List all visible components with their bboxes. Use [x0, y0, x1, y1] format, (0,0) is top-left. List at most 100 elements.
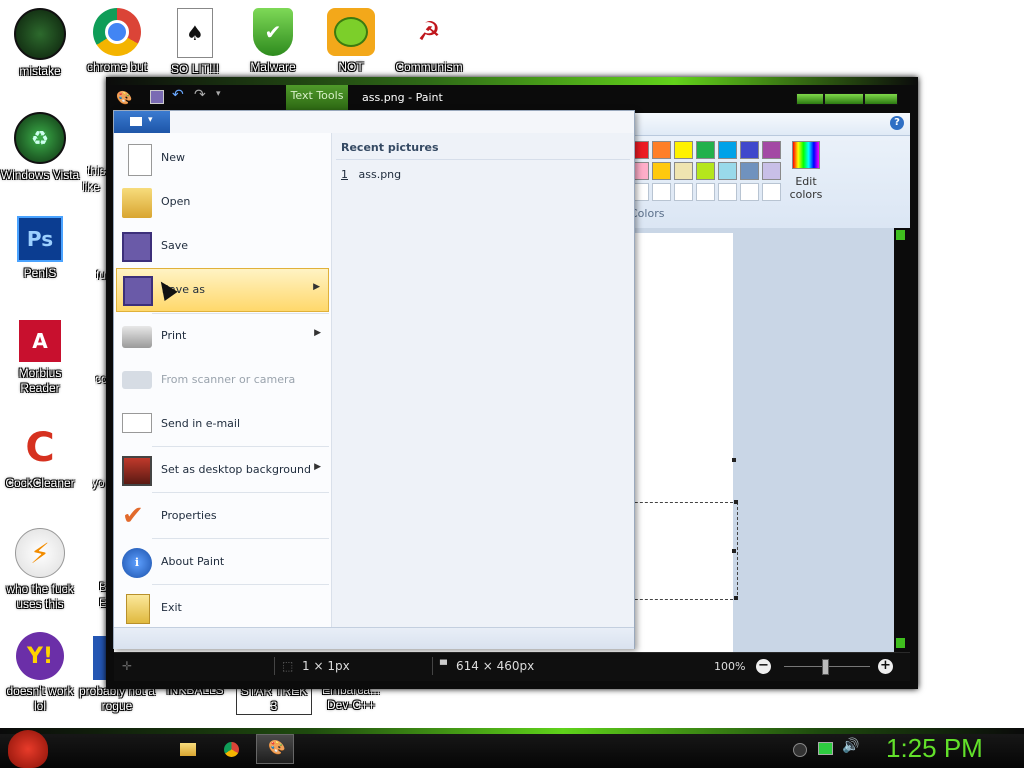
desktop-icon-label: SO LIT!!! [170, 62, 219, 76]
color-swatch[interactable] [674, 162, 693, 180]
selection-size: 1 × 1px [302, 659, 350, 673]
color-swatch[interactable] [652, 183, 671, 201]
recent-picture-item[interactable]: 1 ass.png [341, 168, 401, 181]
scanner-icon [122, 371, 152, 389]
menu-item-properties[interactable]: ✔ Properties [116, 495, 329, 539]
tab-text-tools[interactable]: Text Tools [286, 85, 348, 111]
color-swatch[interactable] [696, 141, 715, 159]
quick-save-icon[interactable] [150, 90, 164, 104]
taskbar-chrome-button[interactable] [216, 734, 248, 764]
color-swatch[interactable] [674, 183, 693, 201]
color-swatch[interactable] [740, 183, 759, 201]
menu-separator [152, 313, 329, 314]
submenu-arrow-icon: ▶ [314, 462, 321, 472]
color-swatch[interactable] [696, 162, 715, 180]
resize-handle[interactable] [732, 549, 736, 553]
color-wheel-icon [792, 141, 820, 169]
menu-item-label: New [161, 151, 185, 164]
desktop-icon-winamp[interactable]: ⚡ who the fuck uses this [0, 528, 80, 612]
taskbar-clock[interactable]: 1:25 PM [886, 733, 983, 764]
edit-colors-button[interactable]: Edit colors [788, 141, 824, 201]
status-bar: ✛ ⬚ 1 × 1px ▀ 614 × 460px 100% − + [114, 652, 910, 681]
zoom-out-button[interactable]: − [756, 659, 771, 674]
file-menu: ▾ New Open Save Save as ▶ Print ▶ From s… [113, 110, 635, 649]
recent-item-name: ass.png [358, 168, 402, 181]
menu-separator [152, 538, 329, 539]
resize-handle[interactable] [734, 500, 738, 504]
open-folder-icon [122, 188, 152, 218]
color-swatch[interactable] [696, 183, 715, 201]
paint-app-icon[interactable]: 🎨 [116, 91, 132, 106]
zoom-level: 100% [714, 660, 746, 673]
menu-item-send-email[interactable]: Send in e-mail [116, 403, 329, 447]
redo-icon[interactable]: ↷ [194, 87, 206, 103]
color-swatch[interactable] [718, 183, 737, 201]
menu-item-set-desktop-background[interactable]: Set as desktop background ▶ [116, 449, 329, 493]
color-swatch[interactable] [674, 141, 693, 159]
photoshop-icon: Ps [17, 216, 63, 262]
show-hidden-icons-button[interactable] [793, 743, 807, 757]
desktop-icon-solitaire[interactable]: ♠ SO LIT!!! [155, 8, 235, 77]
color-swatch[interactable] [762, 183, 781, 201]
menu-item-from-scanner[interactable]: From scanner or camera [116, 359, 329, 403]
desktop-icon-morbius-reader[interactable]: A Morbius Reader [0, 320, 80, 396]
scroll-down-arrow[interactable] [896, 638, 905, 648]
recent-item-number: 1 [341, 168, 348, 181]
color-swatch[interactable] [740, 141, 759, 159]
chrome-icon [93, 8, 141, 56]
color-swatch[interactable] [740, 162, 759, 180]
desktop-icon-malware[interactable]: ✔ Malware [233, 8, 313, 75]
color-swatch[interactable] [652, 162, 671, 180]
start-button-angry-bird-icon[interactable] [8, 730, 48, 768]
desktop-icon-communism[interactable]: ☭ Communism [389, 8, 469, 75]
menu-item-save[interactable]: Save [116, 225, 329, 269]
color-swatch[interactable] [718, 162, 737, 180]
color-swatch[interactable] [652, 141, 671, 159]
volume-icon[interactable]: 🔊 [842, 738, 859, 754]
minimize-button[interactable] [796, 93, 824, 105]
taskbar-explorer-button[interactable] [172, 734, 204, 764]
cursor-position-icon: ✛ [122, 659, 133, 673]
undo-icon[interactable]: ↶ [172, 87, 184, 103]
mistake-icon [14, 8, 66, 60]
menu-item-print[interactable]: Print ▶ [116, 315, 329, 359]
file-explorer-icon [180, 743, 196, 756]
zoom-in-button[interactable]: + [878, 659, 893, 674]
maximize-button[interactable] [824, 93, 864, 105]
menu-item-about-paint[interactable]: i About Paint [116, 541, 329, 585]
help-icon[interactable]: ? [890, 116, 904, 130]
desktop-icon-mistake[interactable]: mistake [0, 8, 80, 79]
shield-icon: ✔ [253, 8, 293, 56]
menu-separator [152, 492, 329, 493]
desktop-icon-cockcleaner[interactable]: C CockCleaner [0, 424, 80, 491]
checkmark-icon: ✔ [122, 501, 144, 531]
menu-item-exit[interactable]: Exit [116, 587, 329, 631]
title-bar[interactable]: 🎨 ↶ ↷ ▾ Text Tools ass.png - Paint [106, 85, 918, 113]
vertical-scrollbar[interactable] [894, 228, 910, 652]
menu-item-label: Open [161, 195, 191, 208]
taskbar-paint-button[interactable]: 🎨 [256, 734, 294, 764]
desktop-icon-windows-vista[interactable]: ♻ Windows Vista [0, 112, 80, 183]
menu-item-new[interactable]: New [116, 137, 329, 181]
network-icon[interactable] [818, 742, 833, 755]
communism-icon: ☭ [417, 17, 441, 47]
desktop-icon-label: PenIS [23, 266, 57, 280]
close-button[interactable] [864, 93, 898, 105]
menu-separator [152, 584, 329, 585]
quick-access-dropdown-icon[interactable]: ▾ [216, 89, 221, 99]
color-swatch[interactable] [762, 162, 781, 180]
zoom-slider-thumb[interactable] [822, 659, 829, 675]
scroll-up-arrow[interactable] [896, 230, 905, 240]
desktop-icon-label: CockCleaner [5, 476, 75, 490]
menu-item-save-as[interactable]: Save as ▶ [116, 268, 329, 312]
file-menu-button[interactable]: ▾ [114, 111, 170, 133]
desktop-icon-penis[interactable]: Ps PenIS [0, 216, 80, 281]
desktop-icon-yahoo[interactable]: Y! doesn't work lol [0, 632, 80, 714]
resize-handle[interactable] [732, 458, 736, 462]
desktop-icon-not[interactable]: NOT [311, 8, 391, 75]
resize-handle[interactable] [734, 596, 738, 600]
menu-item-open[interactable]: Open [116, 181, 329, 225]
taskbar: 🎨 🔊 1:25 PM [0, 728, 1024, 768]
color-swatch[interactable] [762, 141, 781, 159]
color-swatch[interactable] [718, 141, 737, 159]
